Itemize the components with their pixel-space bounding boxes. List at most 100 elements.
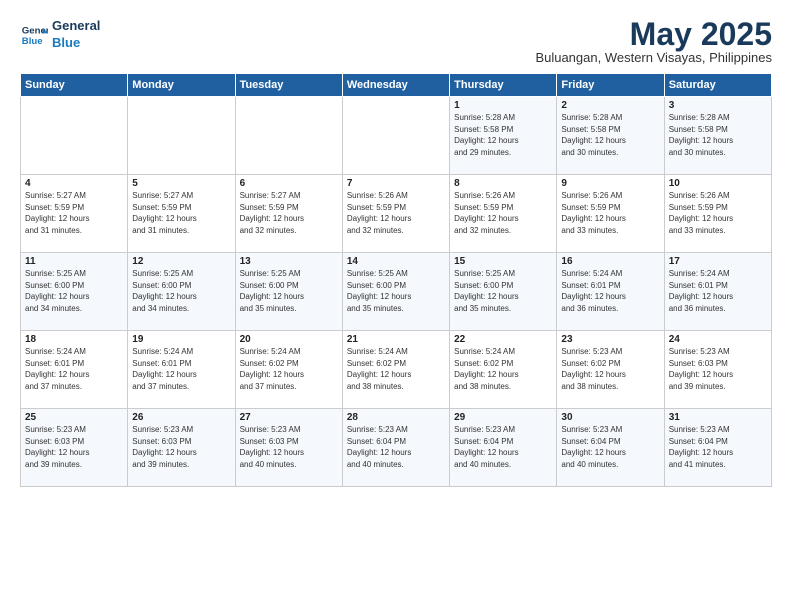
- day-content: Sunrise: 5:24 AM Sunset: 6:01 PM Dayligh…: [132, 346, 230, 392]
- day-number: 18: [25, 334, 123, 345]
- calendar-table: SundayMondayTuesdayWednesdayThursdayFrid…: [20, 73, 772, 487]
- calendar-cell: [128, 97, 235, 175]
- col-header-tuesday: Tuesday: [235, 74, 342, 97]
- header: General Blue General Blue May 2025 Bulua…: [20, 18, 772, 65]
- calendar-cell: 4Sunrise: 5:27 AM Sunset: 5:59 PM Daylig…: [21, 175, 128, 253]
- calendar-cell: 2Sunrise: 5:28 AM Sunset: 5:58 PM Daylig…: [557, 97, 664, 175]
- day-content: Sunrise: 5:25 AM Sunset: 6:00 PM Dayligh…: [240, 268, 338, 314]
- day-content: Sunrise: 5:24 AM Sunset: 6:01 PM Dayligh…: [25, 346, 123, 392]
- week-row-2: 4Sunrise: 5:27 AM Sunset: 5:59 PM Daylig…: [21, 175, 772, 253]
- day-number: 1: [454, 100, 552, 111]
- day-content: Sunrise: 5:23 AM Sunset: 6:03 PM Dayligh…: [132, 424, 230, 470]
- day-content: Sunrise: 5:27 AM Sunset: 5:59 PM Dayligh…: [25, 190, 123, 236]
- day-content: Sunrise: 5:26 AM Sunset: 5:59 PM Dayligh…: [347, 190, 445, 236]
- day-number: 29: [454, 412, 552, 423]
- day-content: Sunrise: 5:25 AM Sunset: 6:00 PM Dayligh…: [132, 268, 230, 314]
- day-content: Sunrise: 5:24 AM Sunset: 6:01 PM Dayligh…: [561, 268, 659, 314]
- svg-text:Blue: Blue: [22, 36, 43, 47]
- day-content: Sunrise: 5:27 AM Sunset: 5:59 PM Dayligh…: [240, 190, 338, 236]
- day-content: Sunrise: 5:25 AM Sunset: 6:00 PM Dayligh…: [454, 268, 552, 314]
- day-number: 2: [561, 100, 659, 111]
- day-number: 27: [240, 412, 338, 423]
- day-content: Sunrise: 5:23 AM Sunset: 6:02 PM Dayligh…: [561, 346, 659, 392]
- day-number: 9: [561, 178, 659, 189]
- day-number: 16: [561, 256, 659, 267]
- calendar-cell: 23Sunrise: 5:23 AM Sunset: 6:02 PM Dayli…: [557, 331, 664, 409]
- day-number: 4: [25, 178, 123, 189]
- col-header-saturday: Saturday: [664, 74, 771, 97]
- day-number: 15: [454, 256, 552, 267]
- calendar-cell: 17Sunrise: 5:24 AM Sunset: 6:01 PM Dayli…: [664, 253, 771, 331]
- day-content: Sunrise: 5:26 AM Sunset: 5:59 PM Dayligh…: [669, 190, 767, 236]
- calendar-cell: 26Sunrise: 5:23 AM Sunset: 6:03 PM Dayli…: [128, 409, 235, 487]
- week-row-1: 1Sunrise: 5:28 AM Sunset: 5:58 PM Daylig…: [21, 97, 772, 175]
- day-number: 31: [669, 412, 767, 423]
- day-number: 10: [669, 178, 767, 189]
- calendar-cell: [21, 97, 128, 175]
- day-number: 17: [669, 256, 767, 267]
- logo-blue: Blue: [52, 35, 100, 52]
- calendar-cell: 25Sunrise: 5:23 AM Sunset: 6:03 PM Dayli…: [21, 409, 128, 487]
- calendar-page: General Blue General Blue May 2025 Bulua…: [0, 0, 792, 612]
- calendar-cell: 7Sunrise: 5:26 AM Sunset: 5:59 PM Daylig…: [342, 175, 449, 253]
- calendar-cell: 31Sunrise: 5:23 AM Sunset: 6:04 PM Dayli…: [664, 409, 771, 487]
- day-content: Sunrise: 5:25 AM Sunset: 6:00 PM Dayligh…: [25, 268, 123, 314]
- calendar-cell: 29Sunrise: 5:23 AM Sunset: 6:04 PM Dayli…: [450, 409, 557, 487]
- day-content: Sunrise: 5:23 AM Sunset: 6:04 PM Dayligh…: [669, 424, 767, 470]
- calendar-cell: 15Sunrise: 5:25 AM Sunset: 6:00 PM Dayli…: [450, 253, 557, 331]
- day-content: Sunrise: 5:26 AM Sunset: 5:59 PM Dayligh…: [561, 190, 659, 236]
- title-block: May 2025 Buluangan, Western Visayas, Phi…: [535, 18, 772, 65]
- day-content: Sunrise: 5:28 AM Sunset: 5:58 PM Dayligh…: [669, 112, 767, 158]
- col-header-wednesday: Wednesday: [342, 74, 449, 97]
- calendar-cell: 20Sunrise: 5:24 AM Sunset: 6:02 PM Dayli…: [235, 331, 342, 409]
- calendar-cell: 22Sunrise: 5:24 AM Sunset: 6:02 PM Dayli…: [450, 331, 557, 409]
- col-header-monday: Monday: [128, 74, 235, 97]
- day-content: Sunrise: 5:25 AM Sunset: 6:00 PM Dayligh…: [347, 268, 445, 314]
- calendar-cell: [342, 97, 449, 175]
- day-number: 26: [132, 412, 230, 423]
- calendar-cell: 10Sunrise: 5:26 AM Sunset: 5:59 PM Dayli…: [664, 175, 771, 253]
- day-number: 25: [25, 412, 123, 423]
- calendar-cell: 24Sunrise: 5:23 AM Sunset: 6:03 PM Dayli…: [664, 331, 771, 409]
- day-number: 22: [454, 334, 552, 345]
- day-number: 7: [347, 178, 445, 189]
- calendar-cell: 27Sunrise: 5:23 AM Sunset: 6:03 PM Dayli…: [235, 409, 342, 487]
- day-content: Sunrise: 5:26 AM Sunset: 5:59 PM Dayligh…: [454, 190, 552, 236]
- day-number: 21: [347, 334, 445, 345]
- day-number: 28: [347, 412, 445, 423]
- calendar-cell: 12Sunrise: 5:25 AM Sunset: 6:00 PM Dayli…: [128, 253, 235, 331]
- day-content: Sunrise: 5:23 AM Sunset: 6:04 PM Dayligh…: [347, 424, 445, 470]
- day-content: Sunrise: 5:23 AM Sunset: 6:04 PM Dayligh…: [561, 424, 659, 470]
- logo: General Blue General Blue: [20, 18, 100, 52]
- col-header-friday: Friday: [557, 74, 664, 97]
- day-content: Sunrise: 5:23 AM Sunset: 6:03 PM Dayligh…: [240, 424, 338, 470]
- calendar-cell: 3Sunrise: 5:28 AM Sunset: 5:58 PM Daylig…: [664, 97, 771, 175]
- day-number: 13: [240, 256, 338, 267]
- calendar-cell: [235, 97, 342, 175]
- month-title: May 2025: [535, 18, 772, 50]
- day-number: 8: [454, 178, 552, 189]
- col-header-thursday: Thursday: [450, 74, 557, 97]
- day-content: Sunrise: 5:28 AM Sunset: 5:58 PM Dayligh…: [561, 112, 659, 158]
- calendar-cell: 18Sunrise: 5:24 AM Sunset: 6:01 PM Dayli…: [21, 331, 128, 409]
- calendar-cell: 5Sunrise: 5:27 AM Sunset: 5:59 PM Daylig…: [128, 175, 235, 253]
- day-content: Sunrise: 5:23 AM Sunset: 6:04 PM Dayligh…: [454, 424, 552, 470]
- calendar-cell: 28Sunrise: 5:23 AM Sunset: 6:04 PM Dayli…: [342, 409, 449, 487]
- day-content: Sunrise: 5:24 AM Sunset: 6:02 PM Dayligh…: [347, 346, 445, 392]
- calendar-cell: 19Sunrise: 5:24 AM Sunset: 6:01 PM Dayli…: [128, 331, 235, 409]
- day-number: 24: [669, 334, 767, 345]
- week-row-3: 11Sunrise: 5:25 AM Sunset: 6:00 PM Dayli…: [21, 253, 772, 331]
- day-content: Sunrise: 5:23 AM Sunset: 6:03 PM Dayligh…: [669, 346, 767, 392]
- calendar-cell: 30Sunrise: 5:23 AM Sunset: 6:04 PM Dayli…: [557, 409, 664, 487]
- day-number: 14: [347, 256, 445, 267]
- day-number: 12: [132, 256, 230, 267]
- calendar-cell: 14Sunrise: 5:25 AM Sunset: 6:00 PM Dayli…: [342, 253, 449, 331]
- week-row-4: 18Sunrise: 5:24 AM Sunset: 6:01 PM Dayli…: [21, 331, 772, 409]
- day-number: 5: [132, 178, 230, 189]
- day-number: 3: [669, 100, 767, 111]
- day-content: Sunrise: 5:28 AM Sunset: 5:58 PM Dayligh…: [454, 112, 552, 158]
- day-number: 20: [240, 334, 338, 345]
- location-subtitle: Buluangan, Western Visayas, Philippines: [535, 50, 772, 65]
- calendar-cell: 9Sunrise: 5:26 AM Sunset: 5:59 PM Daylig…: [557, 175, 664, 253]
- col-header-sunday: Sunday: [21, 74, 128, 97]
